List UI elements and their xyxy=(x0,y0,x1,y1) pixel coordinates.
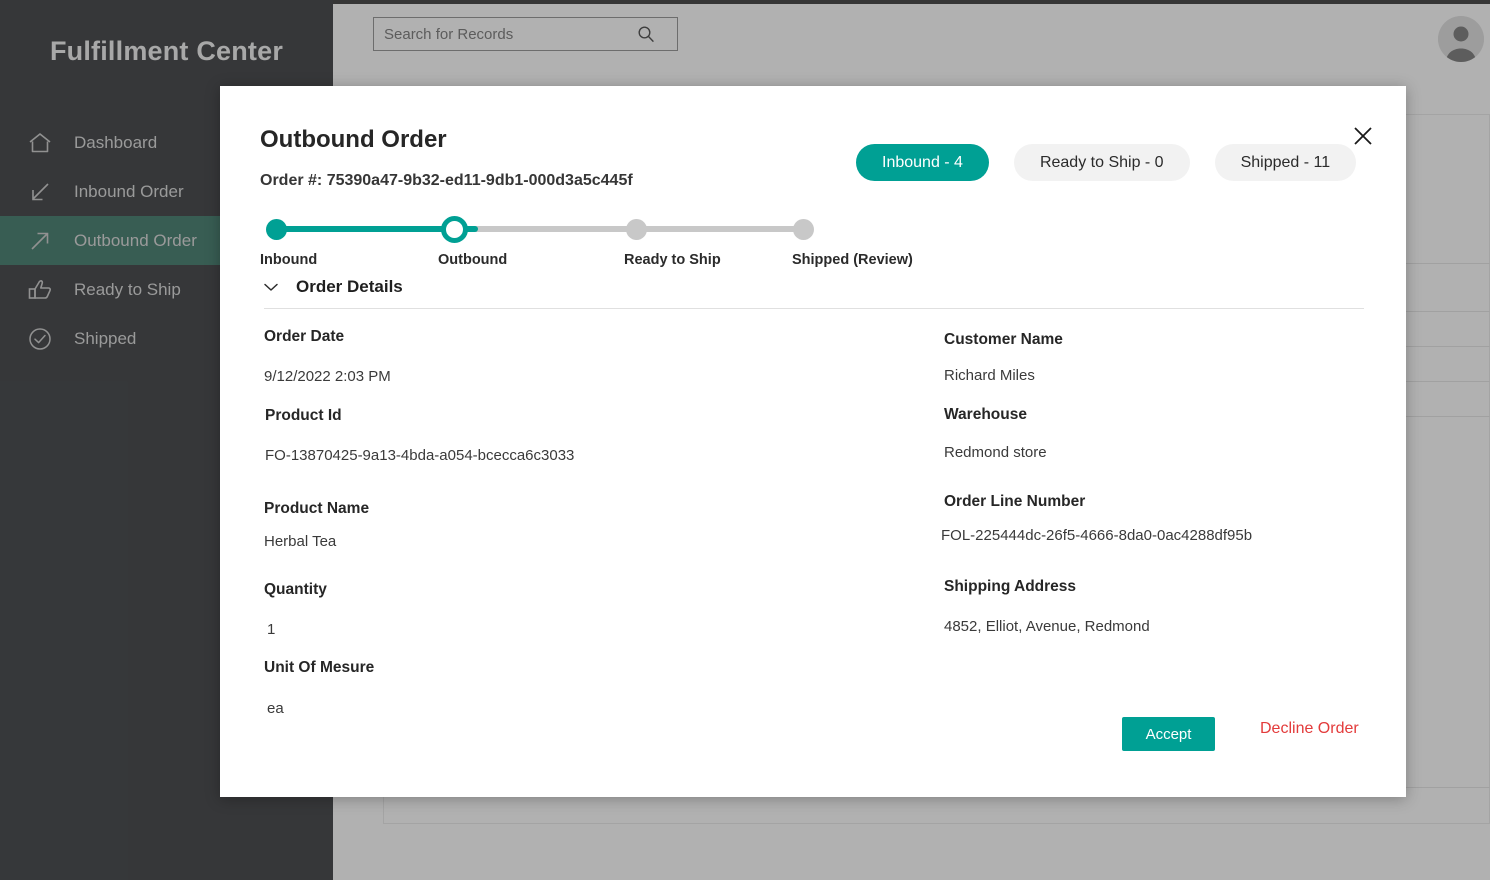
order-number: Order #: 75390a47-9b32-ed11-9db1-000d3a5… xyxy=(260,172,633,189)
field-label-warehouse: Warehouse xyxy=(944,406,1027,423)
field-value-warehouse: Redmond store xyxy=(944,444,1047,461)
tab-inbound[interactable]: Inbound - 4 xyxy=(856,144,989,181)
section-divider xyxy=(264,308,1364,309)
field-label-product-id: Product Id xyxy=(265,407,342,424)
step-dot-ready-to-ship[interactable] xyxy=(626,219,647,240)
step-label-ready-to-ship: Ready to Ship xyxy=(624,252,721,268)
field-value-customer-name: Richard Miles xyxy=(944,367,1035,384)
step-dot-shipped[interactable] xyxy=(793,219,814,240)
order-progress-stepper: Inbound Outbound Ready to Ship Shipped (… xyxy=(260,212,913,274)
status-tabs: Inbound - 4 Ready to Ship - 0 Shipped - … xyxy=(856,144,1357,181)
field-label-unit-of-mesure: Unit Of Mesure xyxy=(264,659,375,676)
field-label-order-date: Order Date xyxy=(264,328,345,345)
order-details-accordion-header[interactable]: Order Details xyxy=(260,276,403,298)
field-value-unit-of-mesure: ea xyxy=(267,700,284,717)
field-value-product-id: FO-13870425-9a13-4bda-a054-bcecca6c3033 xyxy=(265,447,575,464)
field-label-shipping-address: Shipping Address xyxy=(944,578,1077,595)
field-label-quantity: Quantity xyxy=(264,581,327,598)
step-label-inbound: Inbound xyxy=(260,252,318,268)
step-dot-outbound[interactable] xyxy=(441,216,468,243)
accept-button[interactable]: Accept xyxy=(1122,717,1215,751)
field-value-order-line-number: FOL-225444dc-26f5-4666-8da0-0ac4288df95b xyxy=(941,527,1253,544)
order-details-title: Order Details xyxy=(296,277,403,296)
field-value-quantity: 1 xyxy=(267,621,276,638)
app-root: Fulfillment Center Dashboard xyxy=(0,0,1490,880)
field-label-customer-name: Customer Name xyxy=(944,331,1063,348)
step-label-shipped: Shipped (Review) xyxy=(792,252,913,268)
page-title: Outbound Order xyxy=(260,126,447,153)
chevron-down-icon xyxy=(260,276,282,298)
step-label-outbound: Outbound xyxy=(438,252,508,268)
decline-order-button[interactable]: Decline Order xyxy=(1260,720,1359,738)
field-value-product-name: Herbal Tea xyxy=(264,533,337,550)
field-label-product-name: Product Name xyxy=(264,500,370,517)
step-dot-inbound[interactable] xyxy=(266,219,287,240)
tab-ready-to-ship[interactable]: Ready to Ship - 0 xyxy=(1013,144,1190,181)
tab-shipped[interactable]: Shipped - 11 xyxy=(1214,144,1357,181)
outbound-order-dialog: Outbound Order Order #: 75390a47-9b32-ed… xyxy=(220,86,1406,797)
field-value-shipping-address: 4852, Elliot, Avenue, Redmond xyxy=(944,618,1150,635)
field-label-order-line-number: Order Line Number xyxy=(944,493,1086,510)
field-value-order-date: 9/12/2022 2:03 PM xyxy=(264,368,391,385)
